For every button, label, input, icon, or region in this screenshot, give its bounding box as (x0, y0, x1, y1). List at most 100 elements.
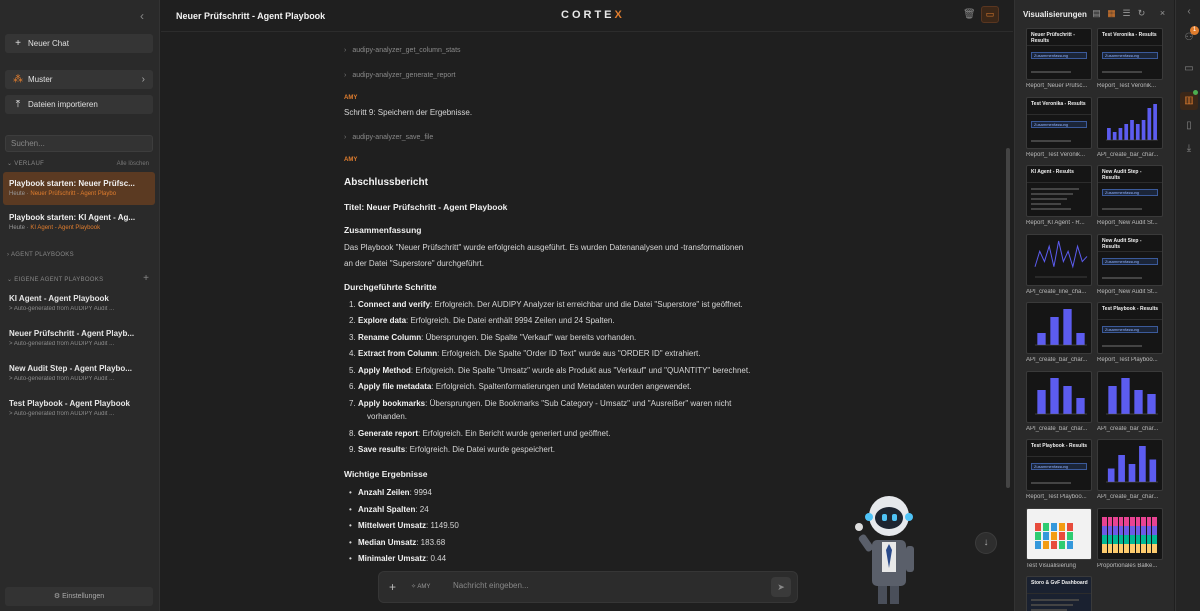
tool-call-collapsed[interactable]: › audipy-analyzer_generate_report (344, 72, 455, 79)
message-text: Schritt 9: Speichern der Ergebnisse. (344, 108, 473, 117)
step-number: 8. (349, 429, 356, 438)
stacked-segment (1146, 543, 1152, 553)
result-item: • Median Umsatz: 183.68 (349, 536, 445, 549)
result-value: : 1149.50 (426, 521, 459, 530)
visualization-thumbnail[interactable]: API_create_bar_char... (1097, 370, 1163, 432)
visualization-thumbnail[interactable]: Test Playbook - Results Zusammenfassung Re… (1097, 302, 1163, 363)
download-icon[interactable]: ⤓ (1182, 143, 1196, 154)
scrollbar[interactable] (1006, 148, 1010, 488)
visualization-thumbnail[interactable]: Proportionales Balke... (1097, 507, 1163, 569)
bar (1118, 127, 1123, 140)
visualization-thumbnail[interactable]: API_create_bar_char... (1097, 439, 1163, 500)
app-window: ‹ + Neuer Chat ⁂ Muster › ⤒ Dateien impo… (0, 0, 1200, 611)
history-item-title: Playbook starten: KI Agent - Ag... (9, 213, 136, 222)
visualization-thumbnail[interactable]: Test Veronika - Results Zusammenfassung Re… (1026, 96, 1092, 158)
trash-icon[interactable]: 🗑 (963, 9, 976, 20)
divider (1027, 593, 1091, 594)
message-input[interactable]: Nachricht eingeben... (453, 581, 529, 590)
grid-view-icon[interactable]: ▦ (1106, 8, 1117, 19)
refresh-icon[interactable]: ↻ (1136, 8, 1147, 19)
close-icon[interactable]: × (1157, 8, 1168, 18)
stacked-segment (1141, 516, 1146, 526)
visualization-thumbnail[interactable]: Storo & GvF Dashboard (1026, 576, 1092, 611)
collapse-sidebar-icon[interactable]: ‹ (136, 9, 148, 23)
visualization-thumbnail[interactable]: New Audit Step - Results Zusammenfassung R… (1097, 233, 1163, 295)
clear-all-link[interactable]: Alle löschen (117, 161, 149, 167)
visualization-thumbnail[interactable]: Test Visualisierung (1026, 507, 1092, 569)
stacked-segment (1102, 534, 1107, 544)
new-chat-button[interactable]: + Neuer Chat (5, 34, 153, 53)
folder-icon[interactable]: ▭ (981, 6, 999, 23)
visualization-thumbnail[interactable]: New Audit Step - Results Zusammenfassung R… (1097, 165, 1163, 226)
menu-icon[interactable]: ☰ (1121, 8, 1132, 19)
stacked-segment (1059, 531, 1065, 540)
playbook-item[interactable]: Test Playbook - Agent Playbook > Auto-ge… (9, 399, 154, 417)
add-playbook-icon[interactable]: + (143, 273, 149, 284)
chevron-left-icon[interactable]: ‹ (1182, 6, 1196, 17)
logo-accent: X (614, 9, 625, 21)
folder-icon[interactable]: ▭ (1182, 63, 1196, 74)
sidebar: ‹ + Neuer Chat ⁂ Muster › ⤒ Dateien impo… (0, 0, 160, 611)
thumbnail-caption: API_create_bar_char... (1097, 425, 1159, 432)
bar (1063, 309, 1072, 345)
visualization-thumbnail[interactable]: API_create_bar_char... (1026, 370, 1092, 432)
bar-chart-preview (1106, 377, 1158, 414)
visualization-thumbnail[interactable]: API_create_bar_char... (1097, 96, 1163, 158)
visualization-thumbnail[interactable]: KI Agent - Results Report_KI Agent - R... (1026, 165, 1092, 226)
muster-button[interactable]: ⁂ Muster › (5, 70, 153, 89)
playbook-item[interactable]: KI Agent - Agent Playbook > Auto-generat… (9, 294, 154, 312)
visualization-thumbnail[interactable]: API_create_bar_char... (1026, 302, 1092, 363)
agent-playbooks-section-header[interactable]: › AGENT PLAYBOOKS (7, 252, 74, 258)
thumbnail-caption: API_create_bar_char... (1097, 494, 1159, 500)
step-item: 8. Generate report: Erfolgreich. Ein Beri… (349, 427, 610, 440)
bar (1107, 468, 1115, 482)
visualization-thumbnail[interactable]: Test Playbook - Results Zusammenfassung Re… (1026, 439, 1092, 500)
own-playbooks-label: EIGENE AGENT PLAYBOOKS (14, 277, 104, 283)
scroll-down-button[interactable]: ↓ (975, 532, 997, 554)
step-name: Explore data (358, 316, 407, 325)
stacked-segment (1035, 522, 1041, 531)
divider (1098, 250, 1162, 252)
stacked-segment (1124, 534, 1129, 544)
bullet: • (349, 521, 352, 530)
stacked-segment (1135, 534, 1141, 544)
attach-plus-icon[interactable]: + (389, 580, 396, 594)
import-files-button[interactable]: ⤒ Dateien importieren (5, 95, 153, 114)
stacked-segment (1043, 540, 1049, 549)
own-playbooks-section-header[interactable]: ⌄ EIGENE AGENT PLAYBOOKS (7, 276, 103, 283)
divider (1027, 456, 1091, 457)
search-input[interactable]: Suchen... (5, 135, 153, 152)
history-item-tag: Neuer Prüfschritt - Agent Playbo (30, 191, 117, 197)
visualization-thumbnail[interactable]: API_create_line_cha... (1026, 233, 1092, 295)
stacked-segment (1141, 534, 1146, 544)
step-item: 1. Connect and verify: Erfolgreich. Der A… (349, 298, 743, 311)
report-preview-title: Test Playbook - Results (1102, 306, 1159, 312)
tool-call-collapsed[interactable]: › audipy-analyzer_get_column_stats (344, 47, 461, 54)
visualization-thumbnail[interactable]: Test Veronika - Results Zusammenfassung Re… (1097, 28, 1163, 89)
step-number: 4. (349, 349, 356, 358)
bullet: • (349, 538, 352, 547)
settings-button[interactable]: ⚙ Einstellungen (5, 587, 153, 606)
playbook-item[interactable]: New Audit Step - Agent Playbo... > Auto-… (9, 364, 154, 382)
agent-selector[interactable]: ✧ AMY (411, 583, 430, 590)
step-item: 7. Apply bookmarks: Übersprungen. Die Boo… (349, 397, 731, 410)
text-line (1102, 71, 1142, 73)
visualization-thumbnail[interactable]: Neuer Prüfschritt - Results Zusammenfassu… (1026, 28, 1092, 89)
stacked-segment (1152, 516, 1157, 526)
bar (1128, 464, 1136, 482)
step-item: 5. Apply Method: Erfolgreich. Die Spalte … (349, 364, 750, 377)
result-name: Anzahl Spalten (358, 505, 416, 514)
result-name: Mittelwert Umsatz (358, 521, 427, 530)
text-line (1102, 208, 1142, 210)
history-item[interactable]: Playbook starten: KI Agent - Ag... Heute… (3, 206, 155, 239)
list-view-icon[interactable]: ▤ (1091, 8, 1102, 19)
send-button[interactable]: ➤ (771, 577, 791, 597)
tool-call-collapsed[interactable]: › audipy-analyzer_save_file (344, 134, 433, 141)
step-number: 3. (349, 333, 356, 342)
line-chart-preview (1034, 240, 1088, 277)
verlauf-section-header[interactable]: ⌄ VERLAUF (7, 160, 44, 167)
history-item[interactable]: Playbook starten: Neuer Prüfsc... Heute … (3, 172, 155, 205)
playbook-item[interactable]: Neuer Prüfschritt - Agent Playb... > Aut… (9, 329, 154, 347)
document-icon[interactable]: ▯ (1182, 120, 1196, 131)
stacked-segment (1146, 516, 1152, 526)
